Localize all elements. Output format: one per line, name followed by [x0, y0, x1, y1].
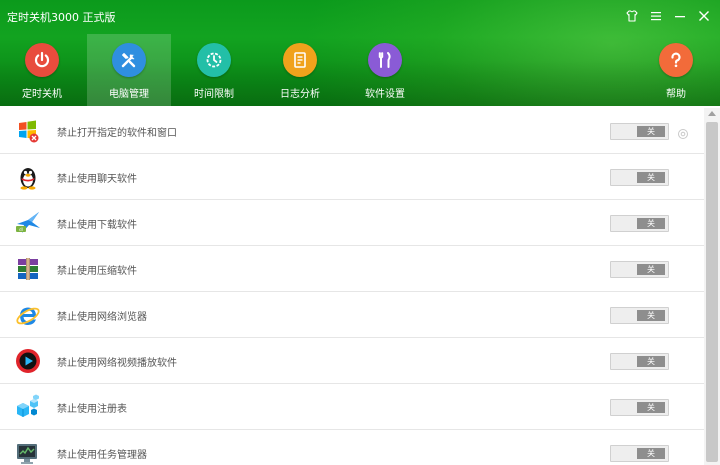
qq-penguin-icon	[14, 163, 42, 191]
rules-list: 禁止打开指定的软件和窗口 关 禁止使用聊天软件 关 dl 禁止使用下载软件 关	[0, 108, 704, 465]
svg-text:dl: dl	[19, 227, 23, 232]
rule-label: 禁止打开指定的软件和窗口	[57, 128, 177, 139]
nav-software-settings[interactable]: 软件设置	[343, 34, 427, 106]
rule-label: 禁止使用聊天软件	[57, 174, 137, 185]
tools-icon	[112, 43, 146, 77]
rule-label: 禁止使用任务管理器	[57, 450, 147, 461]
main-nav: 定时关机 电脑管理 时间限制 日志分析 软件设置 帮助	[0, 34, 720, 106]
nav-time-limit[interactable]: 时间限制	[172, 34, 256, 106]
list-item: 禁止使用任务管理器 关	[0, 430, 704, 465]
rule-label: 禁止使用压缩软件	[57, 266, 137, 277]
rule-toggle[interactable]: 关	[610, 445, 669, 462]
nav-pc-management[interactable]: 电脑管理	[87, 34, 171, 106]
skin-icon[interactable]	[622, 6, 642, 26]
toggle-state: 关	[637, 264, 665, 275]
toggle-state: 关	[637, 126, 665, 137]
minimize-icon[interactable]	[670, 6, 690, 26]
clock-icon	[197, 43, 231, 77]
scroll-thumb[interactable]	[706, 122, 718, 462]
ie-browser-icon	[14, 301, 42, 329]
rule-label: 禁止使用网络浏览器	[57, 312, 147, 323]
toggle-state: 关	[637, 172, 665, 183]
log-icon	[283, 43, 317, 77]
windows-app-icon	[14, 117, 42, 145]
scroll-up-arrow-icon[interactable]	[708, 111, 716, 116]
download-bird-icon: dl	[14, 209, 42, 237]
toggle-state: 关	[637, 448, 665, 459]
rule-toggle[interactable]: 关	[610, 307, 669, 324]
rule-toggle[interactable]: 关	[610, 215, 669, 232]
rule-toggle[interactable]: 关	[610, 353, 669, 370]
nav-label: 帮助	[666, 89, 686, 100]
task-manager-icon	[14, 439, 42, 465]
menu-icon[interactable]	[646, 6, 666, 26]
rule-toggle[interactable]: 关	[610, 261, 669, 278]
toggle-state: 关	[637, 402, 665, 413]
rule-toggle[interactable]: 关	[610, 399, 669, 416]
list-item: dl 禁止使用下载软件 关	[0, 200, 704, 246]
nav-label: 定时关机	[22, 89, 62, 100]
header-bar: 定时关机3000 正式版 定时关机 电脑管理 时间限制 日志分析 软件设置 帮助	[0, 0, 720, 106]
archive-books-icon	[14, 255, 42, 283]
nav-label: 电脑管理	[109, 89, 149, 100]
toggle-state: 关	[637, 356, 665, 367]
rule-label: 禁止使用下载软件	[57, 220, 137, 231]
vertical-scrollbar[interactable]	[704, 108, 720, 465]
rule-label: 禁止使用注册表	[57, 404, 127, 415]
nav-label: 时间限制	[194, 89, 234, 100]
nav-log-analysis[interactable]: 日志分析	[258, 34, 342, 106]
registry-cubes-icon	[14, 393, 42, 421]
settings-gear-icon[interactable]	[677, 125, 689, 139]
toggle-state: 关	[637, 310, 665, 321]
video-player-icon	[14, 347, 42, 375]
nav-label: 软件设置	[365, 89, 405, 100]
rule-toggle[interactable]: 关	[610, 169, 669, 186]
toggle-state: 关	[637, 218, 665, 229]
app-window: 定时关机3000 正式版 定时关机 电脑管理 时间限制 日志分析 软件设置 帮助…	[0, 0, 720, 465]
help-icon	[659, 43, 693, 77]
list-item: 禁止使用网络视频播放软件 关	[0, 338, 704, 384]
nav-help[interactable]: 帮助	[634, 34, 718, 106]
list-item: 禁止使用聊天软件 关	[0, 154, 704, 200]
list-item: 禁止使用压缩软件 关	[0, 246, 704, 292]
window-controls	[622, 6, 714, 26]
rule-label: 禁止使用网络视频播放软件	[57, 358, 177, 369]
rule-toggle[interactable]: 关	[610, 123, 669, 140]
list-item: 禁止打开指定的软件和窗口 关	[0, 108, 704, 154]
settings-icon	[368, 43, 402, 77]
nav-shutdown[interactable]: 定时关机	[0, 34, 84, 106]
power-icon	[25, 43, 59, 77]
list-item: 禁止使用注册表 关	[0, 384, 704, 430]
close-icon[interactable]	[694, 6, 714, 26]
nav-label: 日志分析	[280, 89, 320, 100]
app-title: 定时关机3000 正式版	[7, 11, 116, 24]
list-item: 禁止使用网络浏览器 关	[0, 292, 704, 338]
